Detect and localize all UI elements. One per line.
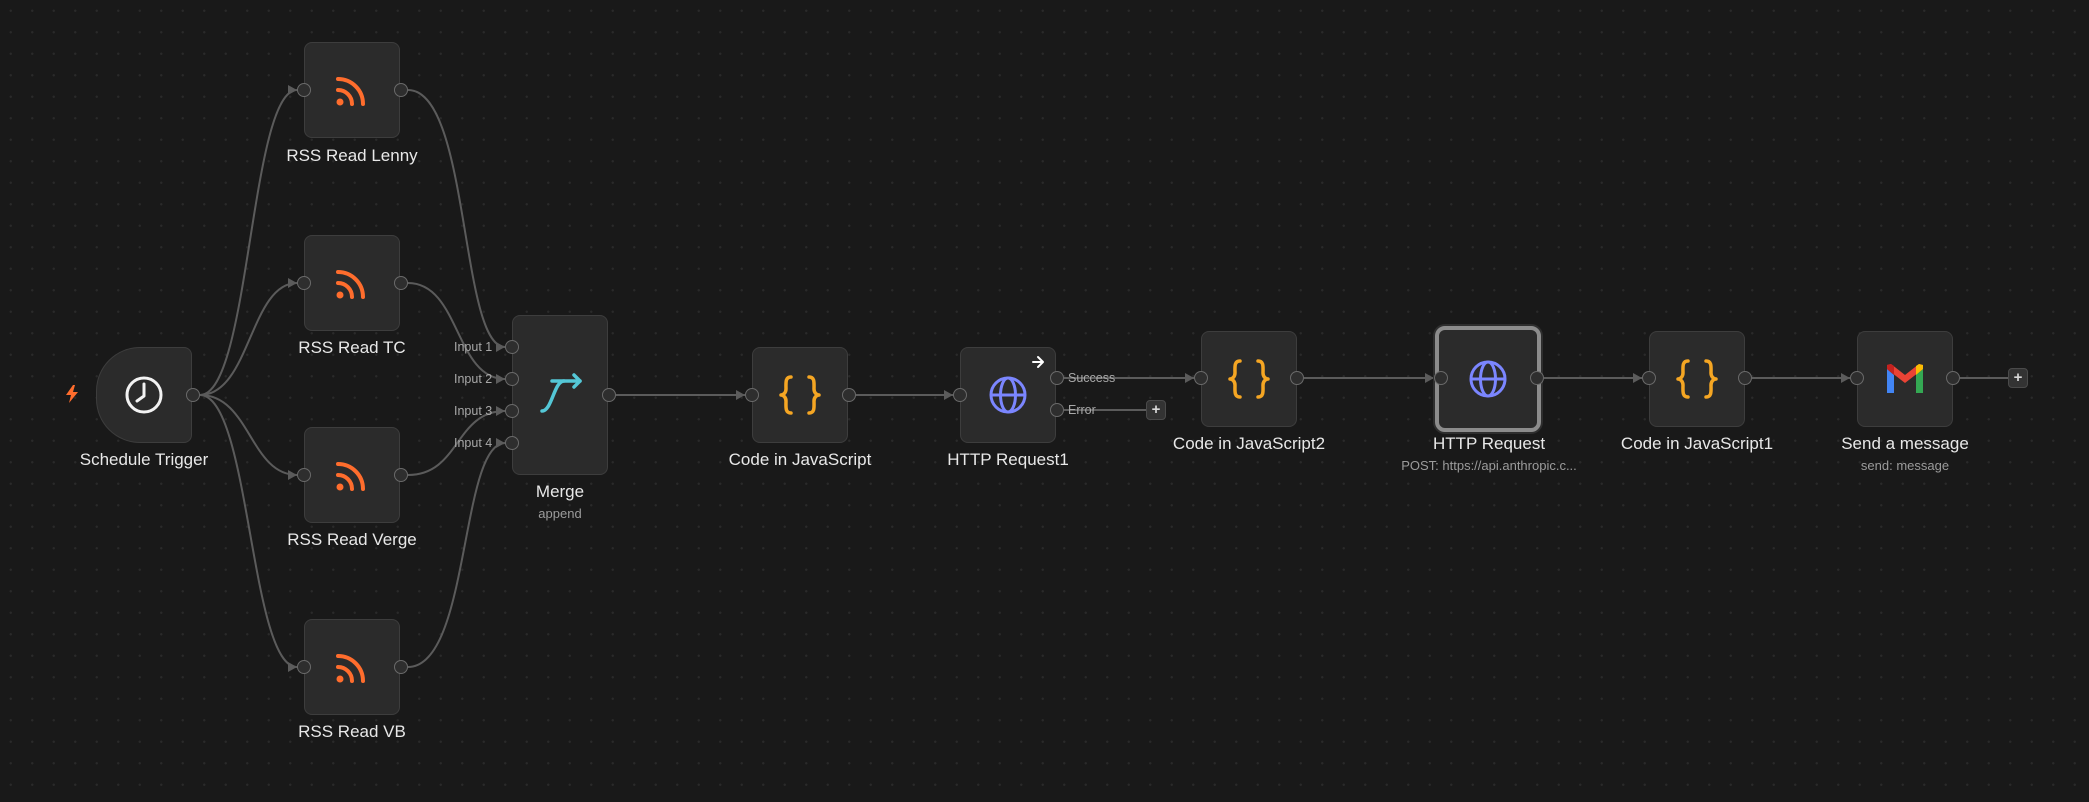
schedule-trigger-node[interactable] — [96, 347, 192, 443]
rss-icon — [336, 270, 365, 299]
merge-input-label-2: Input 2 — [454, 372, 493, 386]
input-handle-1[interactable] — [505, 340, 519, 354]
node-label: Code in JavaScript1 — [1620, 434, 1774, 453]
code-braces-icon — [779, 375, 821, 415]
success-output-label: Success — [1068, 371, 1116, 385]
input-handle[interactable] — [953, 388, 967, 402]
add-node-button[interactable]: + — [2008, 368, 2028, 388]
input-handle[interactable] — [1642, 371, 1656, 385]
rss-read-tc-node[interactable] — [304, 235, 400, 331]
input-handle[interactable] — [297, 276, 311, 290]
output-handle[interactable] — [394, 83, 408, 97]
input-handle-2[interactable] — [505, 372, 519, 386]
node-sublabel: append — [538, 506, 582, 521]
send-a-message-node[interactable] — [1857, 331, 1953, 427]
input-handle[interactable] — [297, 468, 311, 482]
node-label: Send a message — [1841, 434, 1969, 453]
output-handle[interactable] — [394, 660, 408, 674]
merge-node[interactable] — [512, 315, 608, 475]
error-output-label: Error — [1068, 403, 1096, 417]
output-handle[interactable] — [602, 388, 616, 402]
wire-rss-lenny-merge — [407, 89, 506, 348]
code-in-javascript-node[interactable] — [752, 347, 848, 443]
code-braces-icon — [1676, 359, 1718, 399]
output-handle[interactable] — [1946, 371, 1960, 385]
code-braces-icon — [1228, 359, 1270, 399]
arrow-right-icon — [1032, 356, 1044, 368]
rss-icon — [336, 77, 365, 106]
code-in-javascript2-node[interactable] — [1201, 331, 1297, 427]
output-handle[interactable] — [842, 388, 856, 402]
error-output-handle[interactable] — [1050, 403, 1064, 417]
merge-icon — [540, 373, 582, 413]
node-label: Merge — [535, 482, 585, 501]
wire-rss-tc-merge — [407, 282, 506, 380]
node-label: Code in JavaScript — [728, 450, 872, 469]
node-label: RSS Read TC — [298, 338, 406, 357]
rss-read-verge-node[interactable] — [304, 427, 400, 523]
node-label: RSS Read VB — [298, 722, 406, 741]
node-label: HTTP Request — [1432, 434, 1546, 453]
output-handle[interactable] — [1738, 371, 1752, 385]
output-handle[interactable] — [186, 388, 200, 402]
node-label: RSS Read Lenny — [286, 146, 418, 165]
input-handle[interactable] — [1850, 371, 1864, 385]
gmail-icon — [1887, 364, 1923, 393]
input-handle[interactable] — [297, 83, 311, 97]
add-node-button[interactable]: + — [1146, 400, 1166, 420]
node-label: Schedule Trigger — [79, 450, 209, 469]
node-sublabel: send: message — [1860, 458, 1950, 473]
globe-icon — [1469, 360, 1507, 398]
code-in-javascript1-node[interactable] — [1649, 331, 1745, 427]
output-handle[interactable] — [1290, 371, 1304, 385]
wire-rss-vb-merge — [407, 442, 506, 668]
http-request-node[interactable] — [1435, 326, 1541, 432]
node-label: RSS Read Verge — [287, 530, 417, 549]
input-handle[interactable] — [745, 388, 759, 402]
input-handle[interactable] — [1434, 371, 1448, 385]
node-label: HTTP Request1 — [947, 450, 1069, 469]
node-sublabel: POST: https://api.anthropic.c... — [1401, 458, 1577, 473]
input-handle[interactable] — [1194, 371, 1208, 385]
merge-input-label-1: Input 1 — [454, 340, 493, 354]
globe-icon — [989, 376, 1027, 414]
merge-input-label-4: Input 4 — [454, 436, 493, 450]
clock-icon — [125, 376, 163, 414]
rss-icon — [336, 654, 365, 683]
node-label: Code in JavaScript2 — [1172, 434, 1326, 453]
input-handle-4[interactable] — [505, 436, 519, 450]
lightning-bolt-icon — [66, 385, 78, 403]
output-handle[interactable] — [394, 468, 408, 482]
merge-input-label-3: Input 3 — [454, 404, 493, 418]
output-handle[interactable] — [394, 276, 408, 290]
input-handle[interactable] — [297, 660, 311, 674]
input-handle-3[interactable] — [505, 404, 519, 418]
rss-read-vb-node[interactable] — [304, 619, 400, 715]
success-output-handle[interactable] — [1050, 371, 1064, 385]
rss-read-lenny-node[interactable] — [304, 42, 400, 138]
rss-icon — [336, 462, 365, 491]
output-handle[interactable] — [1530, 371, 1544, 385]
